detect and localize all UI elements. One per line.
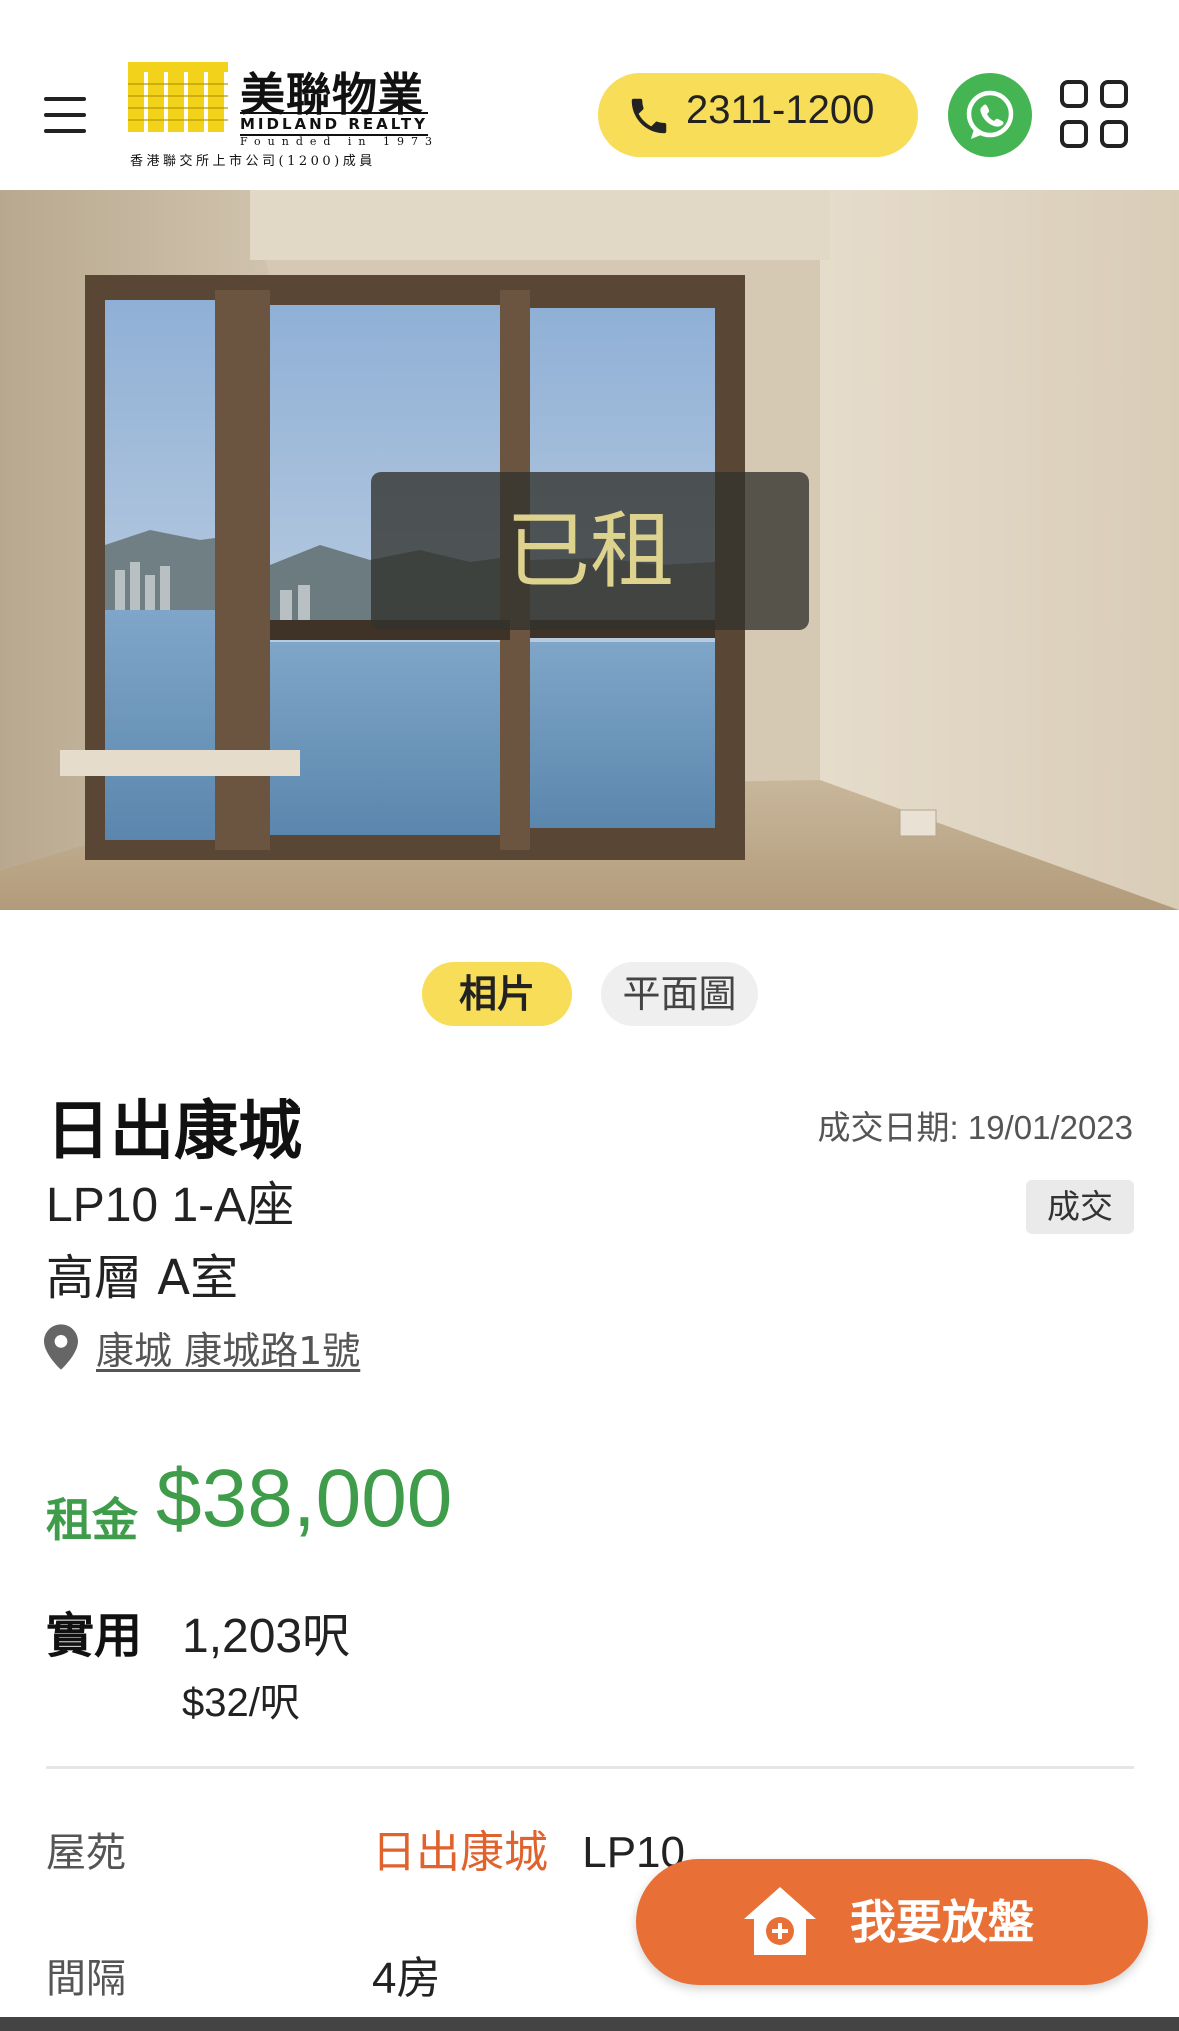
logo-english-name: MIDLAND REALTY	[240, 112, 428, 136]
midland-logo[interactable]: 美聯物業 MIDLAND REALTY Founded in 1973 香港聯交…	[128, 60, 448, 172]
hotline-number: 2311-1200	[686, 88, 875, 132]
estate-row-value: 日出康城 LP10	[372, 1816, 685, 1880]
address-link[interactable]: 康城 康城路1號	[96, 1320, 360, 1375]
saleable-area-label: 實用	[46, 1608, 143, 1664]
saleable-area-value: 1,203呎	[182, 1610, 351, 1663]
unit-price: $32/呎	[182, 1681, 300, 1725]
app-header: 美聯物業 MIDLAND REALTY Founded in 1973 香港聯交…	[0, 0, 1179, 190]
home-add-icon	[744, 1887, 816, 1955]
deal-status-badge: 成交	[1026, 1180, 1134, 1234]
section-divider	[46, 1766, 1134, 1769]
midland-m-logo-icon	[128, 62, 228, 132]
rent-value: $38,000	[156, 1453, 453, 1544]
status-overlay: 已租	[371, 472, 809, 630]
whatsapp-button[interactable]	[948, 73, 1032, 157]
location-pin-icon	[44, 1324, 78, 1370]
phone-icon	[631, 98, 667, 134]
property-photo[interactable]: 已租	[0, 190, 1179, 910]
list-property-button[interactable]: 我要放盤	[636, 1859, 1148, 1985]
layout-row-value: 4房	[372, 1954, 441, 2003]
tab-photos[interactable]: 相片	[422, 962, 572, 1026]
list-property-label: 我要放盤	[850, 1895, 1034, 1949]
layout-row-label: 間隔	[46, 1956, 126, 2002]
rent-label: 租金	[46, 1493, 138, 1547]
floor-unit-info: 高層 A室	[46, 1250, 239, 1306]
deal-date: 成交日期: 19/01/2023	[817, 1109, 1134, 1146]
logo-founded-text: Founded in 1973	[240, 135, 440, 148]
call-hotline-button[interactable]: 2311-1200	[598, 73, 918, 157]
leased-status-text: 已租	[505, 502, 674, 600]
block-info: LP10 1-A座	[46, 1179, 295, 1232]
estate-link[interactable]: 日出康城	[372, 1828, 548, 1877]
whatsapp-icon	[966, 90, 1014, 139]
hamburger-menu-icon[interactable]	[44, 97, 86, 133]
logo-listed-text: 香港聯交所上市公司(1200)成員	[130, 154, 376, 169]
grid-apps-icon[interactable]	[1060, 80, 1134, 154]
estate-row-label: 屋苑	[46, 1830, 126, 1876]
bottom-edge-bar	[0, 2017, 1179, 2031]
tab-floor-plan[interactable]: 平面圖	[601, 962, 758, 1026]
estate-title: 日出康城	[46, 1095, 302, 1169]
